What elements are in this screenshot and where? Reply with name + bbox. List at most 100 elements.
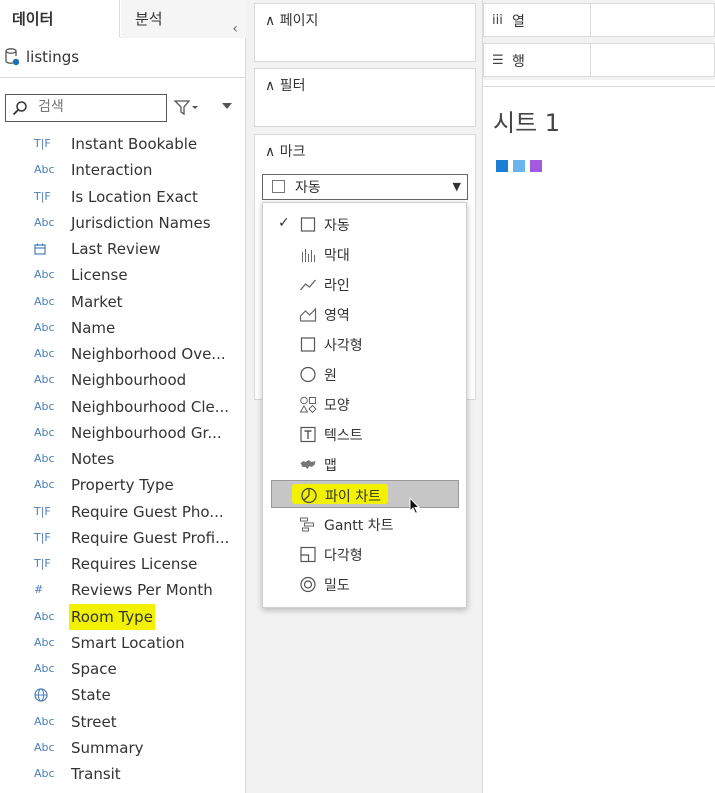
mark-type-value: 자동 (295, 180, 321, 196)
mark-type-option-label: Gantt 차트 (324, 518, 394, 534)
field-label: Transit (71, 765, 121, 783)
search-icon (12, 101, 27, 116)
sheet-title[interactable]: 시트 1 (493, 103, 560, 138)
field-label: Property Type (71, 476, 174, 495)
checkmark-icon: ✓ (278, 215, 290, 231)
string-type-icon: Abc (34, 268, 55, 282)
string-type-icon: Abc (34, 740, 55, 754)
filters-label: 필터 (279, 78, 306, 94)
field-item[interactable]: Abc Jurisdiction Names (0, 210, 246, 236)
worksheet-canvas[interactable]: 시트 1 (483, 86, 715, 793)
filters-card[interactable]: ∧ 필터 (254, 68, 476, 127)
field-item[interactable]: T|F Instant Bookable (0, 131, 246, 157)
search-box[interactable] (5, 94, 167, 122)
rows-shelf-label: ☰ 행 (483, 43, 590, 77)
string-type-icon: Abc (34, 714, 55, 728)
mark-type-option-label: 자동 (324, 218, 350, 234)
field-label: Interaction (71, 161, 153, 180)
mark-type-option[interactable]: ✓ 자동 (271, 210, 459, 238)
tab-analysis[interactable]: 분석 ‹ (121, 0, 246, 38)
field-label: Neighbourhood (71, 371, 187, 390)
field-label: Market (71, 292, 123, 311)
mark-type-option-label: 맵 (324, 458, 337, 474)
columns-label: 열 (512, 14, 525, 30)
string-type-icon: Abc (34, 452, 55, 465)
field-item[interactable]: Abc Street (0, 709, 246, 735)
columns-drop-zone[interactable] (590, 3, 715, 37)
legend-swatch (530, 160, 542, 172)
mark-type-option-label: 다각형 (324, 548, 363, 564)
collapse-caret-icon[interactable]: ∧ (265, 78, 275, 94)
field-item[interactable]: Abc Summary (0, 735, 246, 761)
mark-type-option[interactable]: 파이 차트 (271, 480, 459, 508)
line-icon (300, 279, 316, 291)
color-legend (496, 157, 547, 176)
string-type-icon: Abc (34, 347, 55, 360)
field-label: Smart Location (71, 633, 185, 652)
pane-tabs: 데이터 분석 ‹ (0, 0, 246, 39)
collapse-caret-icon[interactable]: ∧ (265, 144, 275, 160)
mark-type-option[interactable]: 밀도 (271, 570, 459, 598)
field-item[interactable]: State (0, 682, 246, 708)
marks-title: ∧ 마크 (265, 141, 305, 161)
field-item[interactable]: Abc License (0, 262, 246, 288)
field-item[interactable]: T|F Is Location Exact (0, 184, 246, 210)
chevron-down-icon[interactable] (220, 100, 234, 112)
filter-icon[interactable] (174, 98, 200, 118)
field-label: Require Guest Profi... (71, 528, 230, 547)
pages-card[interactable]: ∧ 페이지 (254, 3, 476, 62)
field-item[interactable]: Abc Space (0, 656, 246, 682)
boolean-type-icon: T|F (34, 189, 51, 203)
mark-type-option[interactable]: 모양 (271, 390, 459, 418)
field-item[interactable]: Abc Interaction (0, 157, 246, 183)
rows-drop-zone[interactable] (590, 43, 715, 77)
mark-type-option[interactable]: 막대 (271, 240, 459, 268)
datasource-row[interactable]: listings (0, 38, 246, 78)
field-item[interactable]: T|F Requires License (0, 551, 246, 577)
field-item[interactable]: Abc Neighbourhood (0, 367, 246, 393)
boolean-type-icon: T|F (34, 137, 51, 150)
field-item[interactable]: Last Review (0, 236, 246, 262)
tab-data[interactable]: 데이터 (0, 0, 120, 39)
legend-swatch (496, 160, 508, 172)
string-type-icon: Abc (34, 609, 55, 623)
field-item[interactable]: Abc Name (0, 315, 246, 341)
field-item[interactable]: # Reviews Per Month (0, 577, 246, 603)
field-item[interactable]: Abc Notes (0, 446, 246, 472)
field-item[interactable]: Abc Neighbourhood Cle... (0, 394, 246, 420)
legend-swatch (513, 160, 525, 172)
rows-shelf: ☰ 행 (483, 40, 715, 80)
marks-label: 마크 (279, 144, 306, 160)
field-item[interactable]: Abc Smart Location (0, 630, 246, 656)
mark-type-option[interactable]: 사각형 (271, 330, 459, 358)
field-item[interactable]: Abc Transit (0, 761, 246, 787)
field-item[interactable]: Abc Neighborhood Ove... (0, 341, 246, 367)
datasource-name: listings (26, 48, 80, 66)
string-type-icon: Abc (34, 662, 55, 675)
field-item[interactable]: Abc Neighbourhood Gr... (0, 420, 246, 446)
mark-type-option[interactable]: Gantt 차트 (271, 510, 459, 538)
mark-type-option[interactable]: 원 (271, 360, 459, 388)
field-label: Neighbourhood Gr... (71, 423, 222, 442)
mark-type-option[interactable]: 다각형 (271, 540, 459, 568)
field-item[interactable]: T|F Require Guest Pho... (0, 499, 246, 525)
field-item[interactable]: T|F Require Guest Profi... (0, 525, 246, 551)
mark-type-dropdown[interactable]: 자동 ▼ (262, 174, 468, 200)
view-pane: iii 열 ☰ 행 시트 1 (483, 0, 715, 793)
mark-type-option[interactable]: 영역 (271, 300, 459, 328)
mark-type-option[interactable]: 라인 (271, 270, 459, 298)
calendar-icon (34, 236, 58, 265)
square-icon (272, 180, 285, 193)
field-item[interactable]: Abc Property Type (0, 472, 246, 498)
circle-icon (300, 366, 316, 383)
field-item[interactable]: Abc Market (0, 289, 246, 315)
string-type-icon: Abc (34, 320, 55, 334)
search-input[interactable] (38, 99, 158, 115)
mark-type-option[interactable]: 맵 (271, 450, 459, 478)
collapse-caret-icon[interactable]: ∧ (265, 13, 275, 29)
database-icon (5, 48, 19, 66)
mark-type-option-label: 막대 (324, 248, 350, 264)
tab-analysis-label: 분석 (135, 10, 163, 28)
field-item[interactable]: Abc Room Type (0, 603, 246, 630)
mark-type-option[interactable]: 텍스트 (271, 420, 459, 448)
